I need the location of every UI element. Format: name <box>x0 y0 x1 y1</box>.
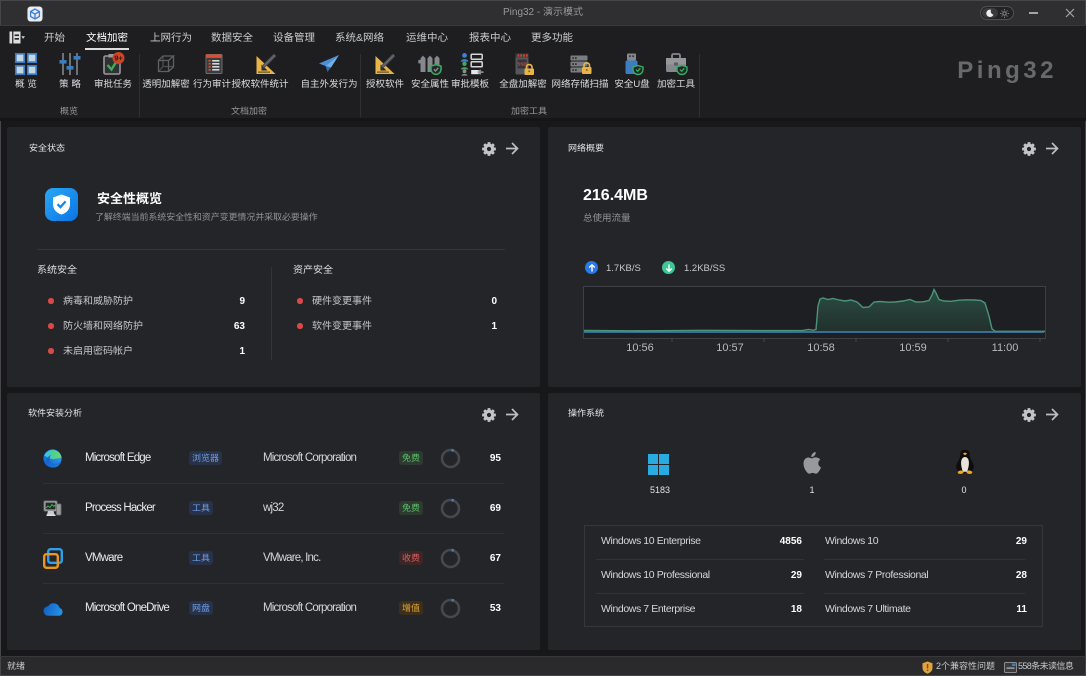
svg-text:9+: 9+ <box>114 54 123 63</box>
svg-text:SSD: SSD <box>517 62 527 67</box>
